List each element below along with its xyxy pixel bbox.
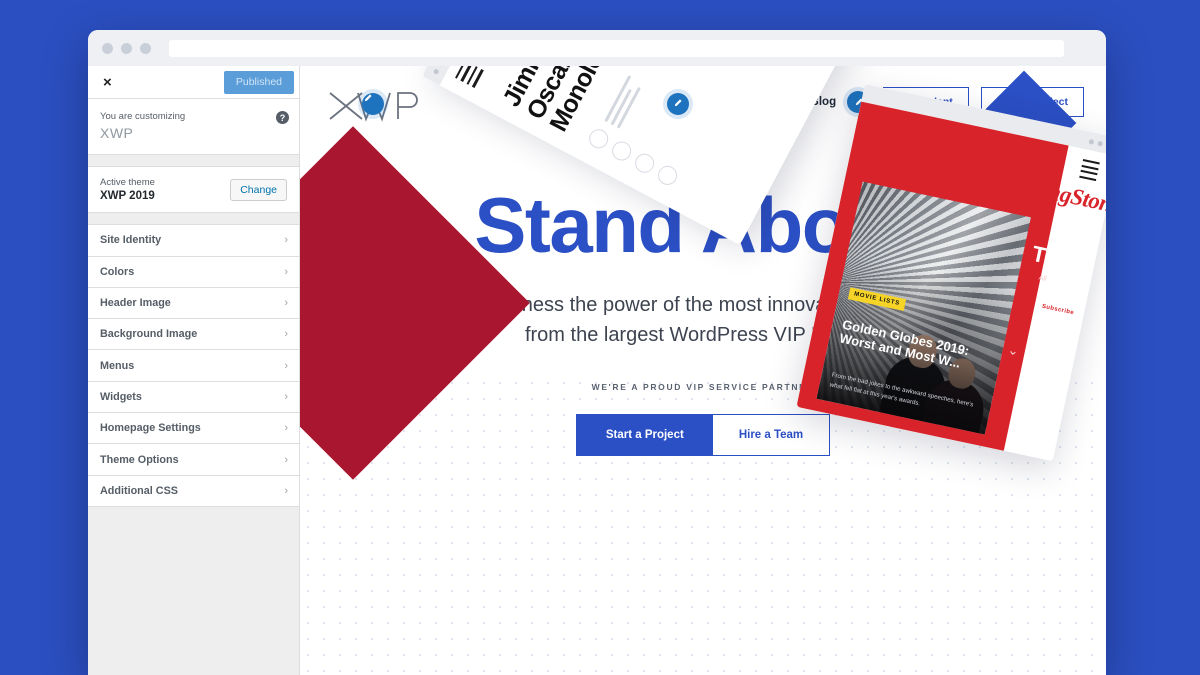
nav-link-what-we-do[interactable]: What we do	[588, 96, 652, 108]
sidebar-item-background-image[interactable]: Background Image ›	[88, 319, 299, 351]
sidebar-item-label: Theme Options	[100, 453, 179, 466]
sidebar-item-label: Colors	[100, 265, 135, 278]
customizing-info: You are customizing XWP ?	[88, 99, 299, 156]
chevron-right-icon: ›	[284, 422, 288, 435]
sidebar-empty-area	[88, 506, 299, 675]
hire-a-team-cta[interactable]: Hire a Team	[711, 413, 831, 456]
nav-link-work[interactable]: Work	[666, 92, 704, 115]
active-theme-label: Active theme	[100, 177, 155, 189]
sidebar-item-colors[interactable]: Colors ›	[88, 257, 299, 288]
start-a-project-header-button[interactable]: Start a Project	[980, 87, 1084, 117]
customizer-topbar: × Published	[88, 66, 299, 99]
address-bar[interactable]	[169, 39, 1064, 57]
sidebar-item-label: Homepage Settings	[100, 422, 201, 435]
window-traffic-lights	[102, 42, 151, 54]
browser-window: × Published You are customizing XWP ? Ac…	[88, 30, 1106, 675]
publish-button[interactable]: Published	[223, 70, 294, 94]
sidebar-item-label: Background Image	[100, 328, 198, 341]
sidebar-item-site-identity[interactable]: Site Identity ›	[88, 225, 299, 257]
nav-link-our-team[interactable]: Our Team	[731, 96, 784, 108]
customizer-edit-pencil-icon[interactable]	[362, 93, 384, 115]
customizer-sidebar: × Published You are customizing XWP ? Ac…	[88, 66, 300, 675]
sidebar-item-additional-css[interactable]: Additional CSS ›	[88, 476, 299, 507]
active-theme-row: Active theme XWP 2019 Change	[88, 166, 299, 214]
sidebar-item-label: Site Identity	[100, 234, 162, 247]
chevron-right-icon: ›	[284, 453, 288, 466]
sidebar-item-label: Menus	[100, 359, 135, 372]
hero-subheadline-line2: from the largest WordPress VIP Partner.	[524, 324, 882, 347]
sidebar-item-header-image[interactable]: Header Image ›	[88, 288, 299, 320]
window-body: × Published You are customizing XWP ? Ac…	[88, 66, 1106, 675]
chevron-right-icon: ›	[284, 484, 288, 497]
widget-edit-pencil-icon[interactable]	[847, 91, 870, 113]
sidebar-item-label: Widgets	[100, 390, 142, 403]
hero-cta-group: Start a Project Hire a Team	[300, 413, 1106, 456]
customizer-panel-list: Site Identity › Colors › Header Image › …	[88, 224, 299, 507]
start-a-project-cta[interactable]: Start a Project	[575, 413, 714, 456]
sidebar-item-theme-options[interactable]: Theme Options ›	[88, 444, 299, 476]
nav-link-blog[interactable]: Blog	[811, 96, 837, 108]
chevron-right-icon: ›	[284, 234, 288, 247]
chevron-right-icon: ›	[284, 297, 288, 310]
minimize-dot[interactable]	[121, 42, 132, 54]
close-icon[interactable]: ×	[97, 71, 118, 94]
customizing-label: You are customizing	[100, 111, 186, 122]
sidebar-spacer-top	[88, 155, 299, 167]
hero-headline: Stand Above	[474, 181, 933, 269]
site-header: What we do Work Our Team Blog Hire Talen…	[300, 66, 1106, 138]
help-icon[interactable]: ?	[276, 111, 289, 124]
customizing-site-title: XWP	[100, 125, 134, 142]
site-preview: What we do Work Our Team Blog Hire Talen…	[300, 66, 1106, 675]
hero-subheadline: Harness the power of the most innovative…	[468, 290, 938, 351]
chevron-right-icon: ›	[284, 328, 288, 341]
close-dot[interactable]	[102, 42, 113, 54]
header-actions: Hire Talent Start a Project	[847, 87, 1084, 117]
active-theme-name: XWP 2019	[100, 190, 155, 203]
hero-subheadline-line1: Harness the power of the most innovative…	[489, 294, 917, 316]
sidebar-item-label: Header Image	[100, 297, 171, 310]
chevron-right-icon: ›	[284, 390, 288, 403]
sidebar-item-menus[interactable]: Menus ›	[88, 350, 299, 382]
change-theme-button[interactable]: Change	[230, 178, 287, 201]
sidebar-item-label: Additional CSS	[100, 484, 178, 497]
browser-chrome-bar	[88, 30, 1106, 66]
sidebar-item-widgets[interactable]: Widgets ›	[88, 382, 299, 414]
active-theme-text: Active theme XWP 2019	[100, 177, 155, 202]
site-navigation: What we do Work Our Team Blog	[588, 92, 837, 115]
sidebar-item-homepage-settings[interactable]: Homepage Settings ›	[88, 413, 299, 445]
xwp-logo[interactable]	[328, 85, 420, 125]
menu-edit-pencil-icon[interactable]	[666, 92, 689, 115]
hero-kicker: WE'RE A PROUD VIP SERVICE PARTNER	[591, 381, 815, 392]
chevron-right-icon: ›	[284, 359, 288, 372]
hire-talent-button[interactable]: Hire Talent	[883, 87, 969, 117]
chevron-right-icon: ›	[284, 265, 288, 278]
hero-section: Stand Above Harness the power of the mos…	[300, 138, 1106, 456]
sidebar-spacer-mid	[88, 213, 299, 225]
maximize-dot[interactable]	[140, 42, 151, 54]
